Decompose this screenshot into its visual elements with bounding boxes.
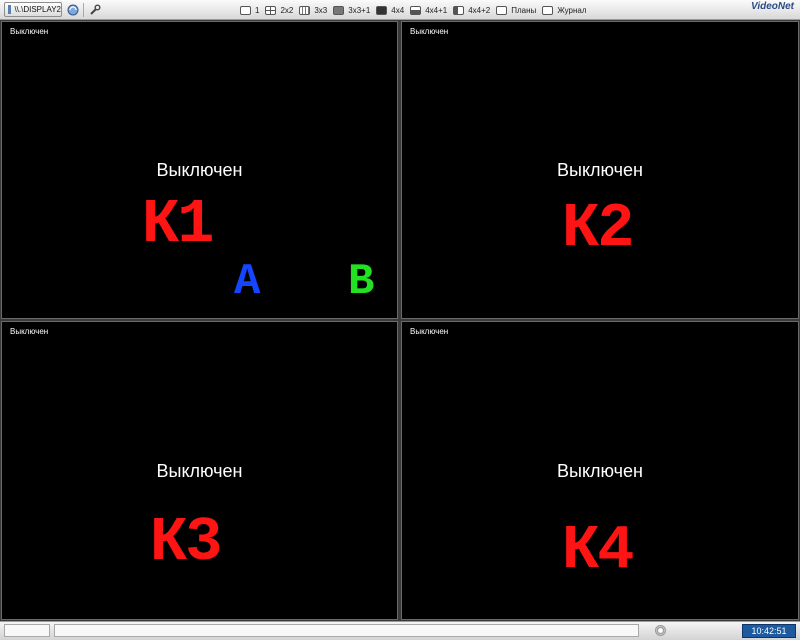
camera-status-label: Выключен [10, 327, 49, 336]
grid-3x3-icon [299, 5, 311, 15]
layout-button-4x4-plus2[interactable]: 4x4+2 [453, 5, 491, 15]
journal-icon [542, 5, 554, 15]
display-tab-icon [8, 5, 12, 14]
camera-label: К2 [562, 193, 634, 264]
status-field-left [4, 624, 50, 637]
camera-view-3[interactable]: Выключен Выключен К3 [1, 321, 398, 620]
camera-status-text: Выключен [557, 461, 643, 481]
layout-label: Журнал [557, 5, 587, 15]
toolbar-separator [83, 3, 84, 17]
camera-view-2[interactable]: Выключен Выключен К2 [401, 21, 799, 319]
camera-status-text: Выключен [156, 160, 243, 180]
layout-label: 3x3+1 [348, 5, 371, 15]
layout-label: Планы [511, 5, 537, 15]
layout-button-4x4[interactable]: 4x4 [376, 5, 405, 15]
camera-status-label: Выключен [410, 27, 449, 36]
plans-icon [496, 5, 508, 15]
layout-label: 3x3 [314, 5, 328, 15]
camera-status-text: Выключен [156, 461, 243, 481]
plans-button[interactable]: Планы [496, 5, 537, 15]
top-toolbar: \\.\DISPLAY2 1 2x2 3x3 3x3+1 4x4 4x4+1 4… [0, 0, 800, 20]
layout-label: 4x4+1 [425, 5, 448, 15]
status-field-main [54, 624, 639, 637]
refresh-icon [67, 4, 78, 15]
layout-selector: 1 2x2 3x3 3x3+1 4x4 4x4+1 4x4+2 Планы Жу… [240, 3, 593, 17]
layout-button-3x3-plus1[interactable]: 3x3+1 [333, 5, 371, 15]
camera-status-text: Выключен [557, 160, 643, 180]
wrench-icon [89, 4, 100, 15]
layout-button-4x4-plus1[interactable]: 4x4+1 [410, 5, 448, 15]
single-view-icon [240, 5, 251, 15]
camera-view-1[interactable]: Выключен Выключен К1 A B [1, 21, 398, 319]
camera-status-label: Выключен [10, 27, 49, 36]
marker-b: B [348, 257, 375, 307]
layout-label: 1 [255, 5, 260, 15]
marker-a: A [234, 257, 261, 307]
grid-2x2-icon [265, 5, 277, 15]
camera-status-label: Выключен [410, 327, 449, 336]
layout-label: 4x4 [391, 5, 405, 15]
camera-label: К1 [142, 189, 214, 260]
status-bar: 10:42:51 [0, 621, 800, 640]
record-indicator-icon [655, 625, 666, 636]
refresh-button[interactable] [66, 3, 79, 16]
layout-button-3x3[interactable]: 3x3 [299, 5, 328, 15]
grid-4x4-plus1-icon [410, 5, 422, 15]
journal-button[interactable]: Журнал [542, 5, 587, 15]
grid-4x4-plus2-icon [453, 5, 465, 15]
brand-logo: VideoNet [751, 1, 794, 12]
grid-3x3-plus1-icon [333, 5, 345, 15]
settings-button[interactable] [88, 3, 101, 16]
display-tab[interactable]: \\.\DISPLAY2 [4, 2, 62, 17]
display-tab-label: \\.\DISPLAY2 [14, 5, 61, 14]
layout-button-1[interactable]: 1 [240, 5, 260, 15]
camera-grid: Выключен Выключен К1 A B Выключен Выключ… [0, 20, 800, 621]
grid-4x4-icon [376, 5, 388, 15]
layout-button-2x2[interactable]: 2x2 [265, 5, 294, 15]
layout-label: 2x2 [280, 5, 294, 15]
camera-label: К3 [150, 507, 222, 578]
clock: 10:42:51 [742, 624, 796, 638]
layout-label: 4x4+2 [468, 5, 491, 15]
camera-view-4[interactable]: Выключен Выключен К4 [401, 321, 799, 620]
camera-label: К4 [562, 515, 634, 586]
